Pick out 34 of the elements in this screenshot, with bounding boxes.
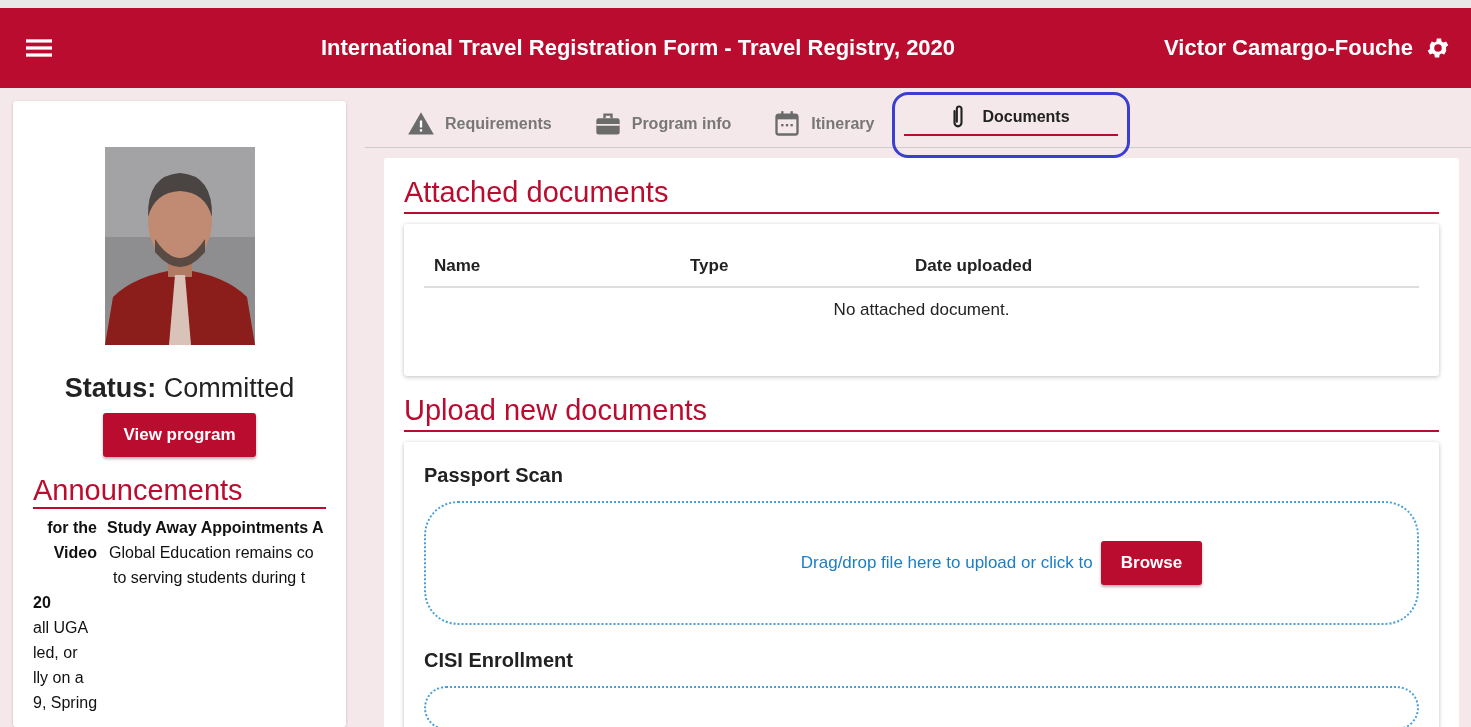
upload-label: CISI Enrollment [424,649,574,672]
empty-message: No attached document. [832,299,1011,321]
browse-button[interactable]: Browse [1100,541,1203,585]
upload-label: Passport Scan [424,464,564,487]
column-header: Name [434,256,482,276]
menu-icon[interactable] [26,38,52,58]
tab[interactable]: Documents [904,100,1118,136]
announcement-text: all UGA [33,618,90,638]
drop-hint: Drag/drop file here to upload or click to [800,553,1093,573]
tab[interactable]: Requirements [395,100,582,147]
tab[interactable]: Itinerary [761,100,905,147]
drop-zone[interactable]: Drag/drop file here to upload or click to Browse [424,501,1419,625]
announcement-text: Study Away Appointments A [107,518,324,538]
status-label: Status: [64,373,157,403]
view-program-button[interactable]: View program [103,413,256,457]
column-header: Type [690,256,730,276]
section-heading: Attached documents [404,172,1439,214]
announcements-heading: Announcements [33,473,326,509]
announcement-text: Global Education remains co [108,543,315,563]
status-value: Committed [163,373,295,403]
announcement-text: Video [52,543,97,563]
announcement-text: lly on a [33,668,85,688]
calendar-icon [773,109,802,138]
announcement-text: 20 [33,593,52,613]
drop-zone[interactable] [424,686,1419,727]
announcement-text: 9, Spring [33,693,97,713]
announcement-text: for the [46,518,97,538]
announcement-text: led, or [33,643,79,663]
column-header: Date uploaded [915,256,1033,276]
tab[interactable]: Program info [581,100,762,147]
user-name[interactable]: Victor Camargo-Fouche [1164,35,1413,61]
page-title: International Travel Registration Form - Travel Registry, 2020 [319,35,957,61]
announcement-text: to serving students during t [112,568,307,588]
section-heading: Upload new documents [404,390,1439,432]
